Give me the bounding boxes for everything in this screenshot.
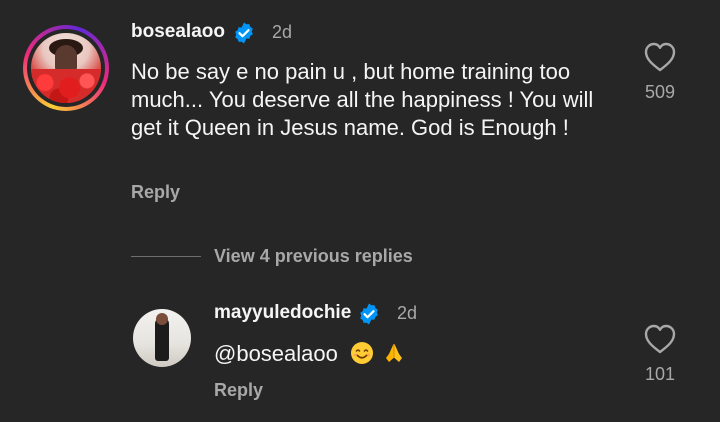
reply-username[interactable]: mayyuledochie: [214, 302, 351, 324]
verified-badge-icon: [360, 303, 378, 325]
reply-button[interactable]: Reply: [131, 182, 180, 203]
like-count: 101: [644, 364, 676, 384]
story-ring-avatar[interactable]: [23, 25, 109, 111]
reply-button[interactable]: Reply: [214, 380, 263, 401]
smiling-face-emoji-icon: [351, 342, 373, 364]
folded-hands-emoji-icon: [386, 344, 403, 362]
view-previous-replies-button[interactable]: View 4 previous replies: [131, 246, 413, 267]
view-previous-replies-label: View 4 previous replies: [214, 246, 413, 266]
like-heart-icon[interactable]: [643, 41, 677, 73]
comment-text: No be say e no pain u , but home trainin…: [131, 59, 594, 140]
verified-badge-icon: [235, 22, 253, 44]
comment-timestamp: 2d: [272, 22, 293, 42]
reply-text: @bosealaoo: [214, 341, 406, 367]
thread-divider: [131, 256, 201, 257]
like-heart-icon[interactable]: [643, 323, 677, 355]
avatar: [31, 33, 101, 103]
comment-username[interactable]: bosealaoo: [131, 21, 225, 43]
reply-timestamp: 2d: [397, 303, 418, 323]
reply-mention[interactable]: @bosealaoo: [214, 341, 338, 366]
reply-avatar[interactable]: [133, 309, 191, 367]
comments-panel: bosealaoo 2d No be say e no pain u , but…: [0, 0, 720, 422]
like-count: 509: [644, 82, 676, 102]
